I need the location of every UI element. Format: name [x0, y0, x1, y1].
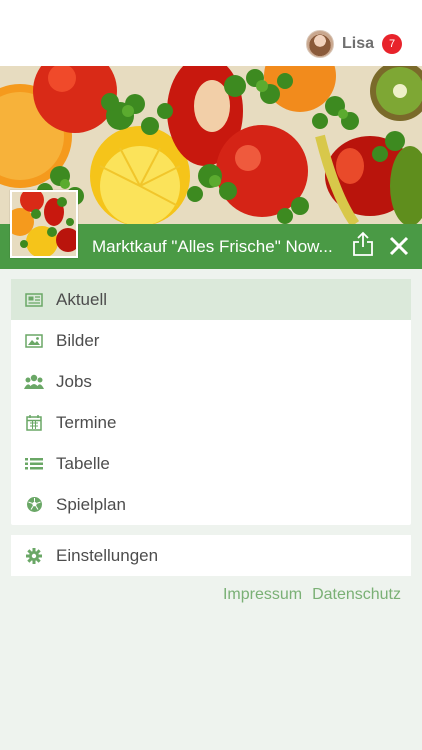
calendar-icon	[24, 413, 44, 433]
menu-item-bilder[interactable]: Bilder	[11, 320, 411, 361]
menu-item-jobs[interactable]: Jobs	[11, 361, 411, 402]
settings-item[interactable]: Einstellungen	[11, 535, 411, 576]
datenschutz-link[interactable]: Datenschutz	[312, 586, 401, 606]
image-icon	[24, 331, 44, 351]
gear-icon	[24, 546, 44, 566]
avatar[interactable]	[305, 30, 334, 58]
footer-links: Impressum Datenschutz	[223, 586, 401, 606]
page-title: Marktkauf "Alles Frische" Now...	[92, 237, 333, 256]
menu-item-label: Jobs	[56, 371, 92, 391]
top-bar: Lisa 7	[0, 0, 422, 66]
menu-item-label: Spielplan	[56, 494, 126, 514]
user-profile[interactable]: Lisa 7	[305, 30, 402, 58]
user-name[interactable]: Lisa	[342, 35, 374, 53]
page-thumbnail	[10, 190, 78, 258]
people-icon	[24, 372, 44, 392]
menu-item-label: Aktuell	[56, 289, 108, 309]
share-button[interactable]	[350, 230, 376, 258]
soccer-ball-icon	[24, 495, 44, 515]
menu-item-label: Bilder	[56, 330, 100, 350]
impressum-link[interactable]: Impressum	[223, 586, 302, 606]
newspaper-icon	[24, 290, 44, 310]
close-icon	[389, 236, 409, 256]
menu-item-tabelle[interactable]: Tabelle	[11, 443, 411, 484]
menu-item-spielplan[interactable]: Spielplan	[11, 484, 411, 525]
main-menu: Aktuell Bilder Jobs Termine Tabelle Spie…	[11, 279, 411, 525]
menu-item-termine[interactable]: Termine	[11, 402, 411, 443]
list-icon	[24, 454, 44, 474]
notification-badge[interactable]: 7	[382, 34, 402, 54]
menu-item-label: Termine	[56, 412, 117, 432]
share-icon	[353, 231, 373, 256]
settings-label: Einstellungen	[56, 545, 159, 565]
menu-item-aktuell[interactable]: Aktuell	[11, 279, 411, 320]
menu-item-label: Tabelle	[56, 453, 110, 473]
close-button[interactable]	[386, 230, 412, 262]
